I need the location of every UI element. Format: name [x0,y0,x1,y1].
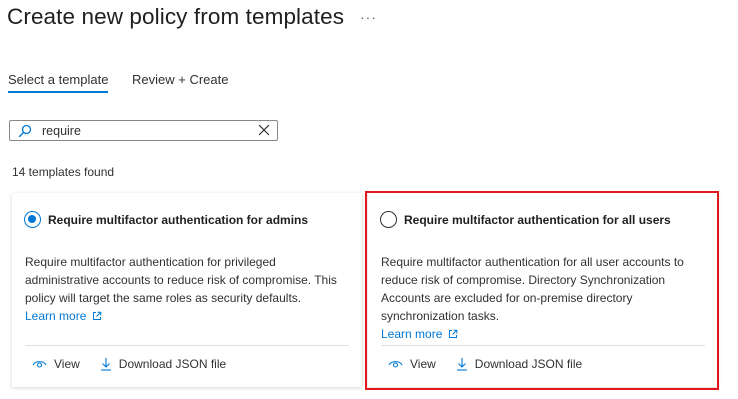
card-actions: View Download JSON file [32,357,226,371]
tab-review-create[interactable]: Review + Create [132,72,228,93]
template-description-block: Require multifactor authentication for a… [381,253,706,343]
view-button[interactable]: View [32,357,80,371]
search-input[interactable] [42,122,252,139]
template-description-block: Require multifactor authentication for p… [25,253,350,325]
template-title: Require multifactor authentication for a… [48,212,309,227]
learn-more-label: Learn more [381,327,443,341]
download-icon [456,358,467,371]
page-title: Create new policy from templates [7,4,345,29]
external-link-icon [449,329,458,338]
learn-more-link[interactable]: Learn more [25,307,102,325]
view-button[interactable]: View [388,357,436,371]
radio-button-unselected[interactable] [380,211,397,228]
card-actions: View Download JSON file [388,357,582,371]
view-label: View [54,357,80,371]
download-icon [100,358,111,371]
template-description: Require multifactor authentication for a… [381,255,684,323]
eye-icon [32,361,47,368]
template-card-admins: Require multifactor authentication for a… [12,193,362,387]
search-box [9,120,278,141]
close-icon[interactable] [258,124,270,136]
tab-select-template[interactable]: Select a template [8,72,109,93]
external-link-icon [93,311,102,320]
search-icon [18,124,32,138]
more-options-button[interactable]: ··· [360,9,377,25]
download-label: Download JSON file [474,357,583,371]
learn-more-link[interactable]: Learn more [381,325,458,343]
template-description: Require multifactor authentication for p… [25,255,337,305]
card-divider [25,345,349,346]
radio-button-selected[interactable] [24,211,41,228]
template-title: Require multifactor authentication for a… [404,212,671,227]
download-json-button[interactable]: Download JSON file [456,357,582,371]
download-json-button[interactable]: Download JSON file [100,357,226,371]
view-label: View [410,357,436,371]
template-card-all-users: Require multifactor authentication for a… [368,193,718,387]
template-radio-option[interactable]: Require multifactor authentication for a… [380,211,671,228]
download-label: Download JSON file [118,357,227,371]
learn-more-label: Learn more [25,309,87,323]
results-count: 14 templates found [12,165,115,179]
eye-icon [388,361,403,368]
template-radio-option[interactable]: Require multifactor authentication for a… [24,211,308,228]
card-divider [381,345,705,346]
